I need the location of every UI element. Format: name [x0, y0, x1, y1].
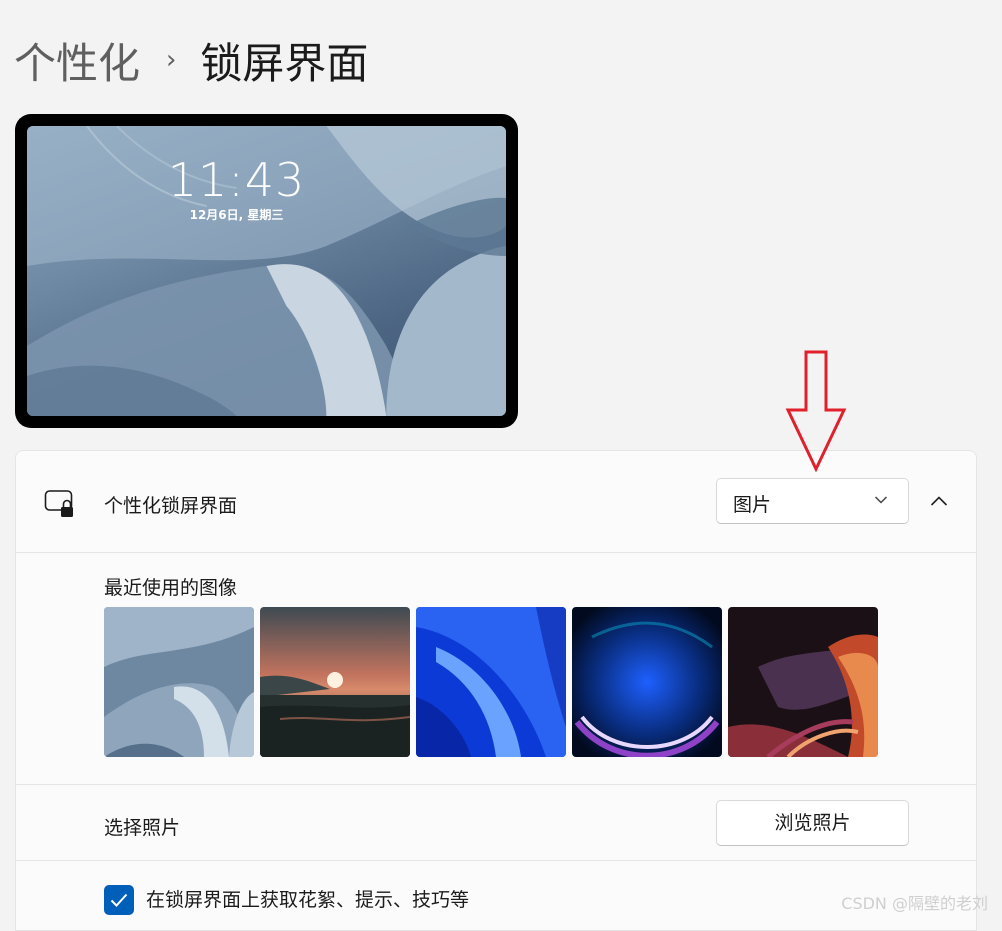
tips-checkbox[interactable] — [104, 885, 134, 915]
chevron-up-icon[interactable] — [930, 495, 948, 507]
recent-image-4[interactable] — [572, 607, 722, 757]
recent-image-1[interactable] — [104, 607, 254, 757]
dropdown-value: 图片 — [733, 494, 772, 516]
annotation-down-arrow-icon — [785, 350, 847, 472]
lock-screen-clock: 11:43 12月6日, 星期三 — [27, 154, 476, 223]
lock-screen-preview: 11:43 12月6日, 星期三 — [15, 114, 518, 428]
breadcrumb-separator-icon: › — [166, 45, 177, 75]
page-title: 锁屏界面 — [200, 38, 369, 88]
breadcrumb: 个性化 › 锁屏界面 — [14, 30, 368, 90]
recent-images-section: 最近使用的图像 — [15, 553, 977, 785]
tips-label: 在锁屏界面上获取花絮、提示、技巧等 — [146, 889, 470, 911]
recent-image-5[interactable] — [728, 607, 878, 757]
clock-time: 11:43 — [167, 153, 306, 207]
screen-lock-icon — [44, 490, 73, 517]
recent-images-list — [104, 607, 878, 757]
recent-image-2[interactable] — [260, 607, 410, 757]
chevron-down-icon — [874, 496, 888, 504]
preview-wallpaper: 11:43 12月6日, 星期三 — [27, 126, 506, 416]
choose-photo-row: 选择照片 浏览照片 — [15, 785, 977, 861]
checkmark-icon — [110, 893, 128, 907]
breadcrumb-parent[interactable]: 个性化 — [14, 30, 140, 91]
row-title: 个性化锁屏界面 — [104, 495, 238, 517]
recent-images-title: 最近使用的图像 — [104, 577, 238, 599]
clock-date: 12月6日, 星期三 — [189, 208, 284, 222]
choose-photo-label: 选择照片 — [104, 817, 181, 839]
watermark: CSDN @隔壁的老刘 — [841, 894, 988, 913]
recent-image-3[interactable] — [416, 607, 566, 757]
lock-screen-type-dropdown[interactable]: 图片 — [716, 478, 909, 524]
lock-screen-tips-row: 在锁屏界面上获取花絮、提示、技巧等 — [15, 861, 977, 931]
browse-photos-button[interactable]: 浏览照片 — [716, 800, 909, 846]
